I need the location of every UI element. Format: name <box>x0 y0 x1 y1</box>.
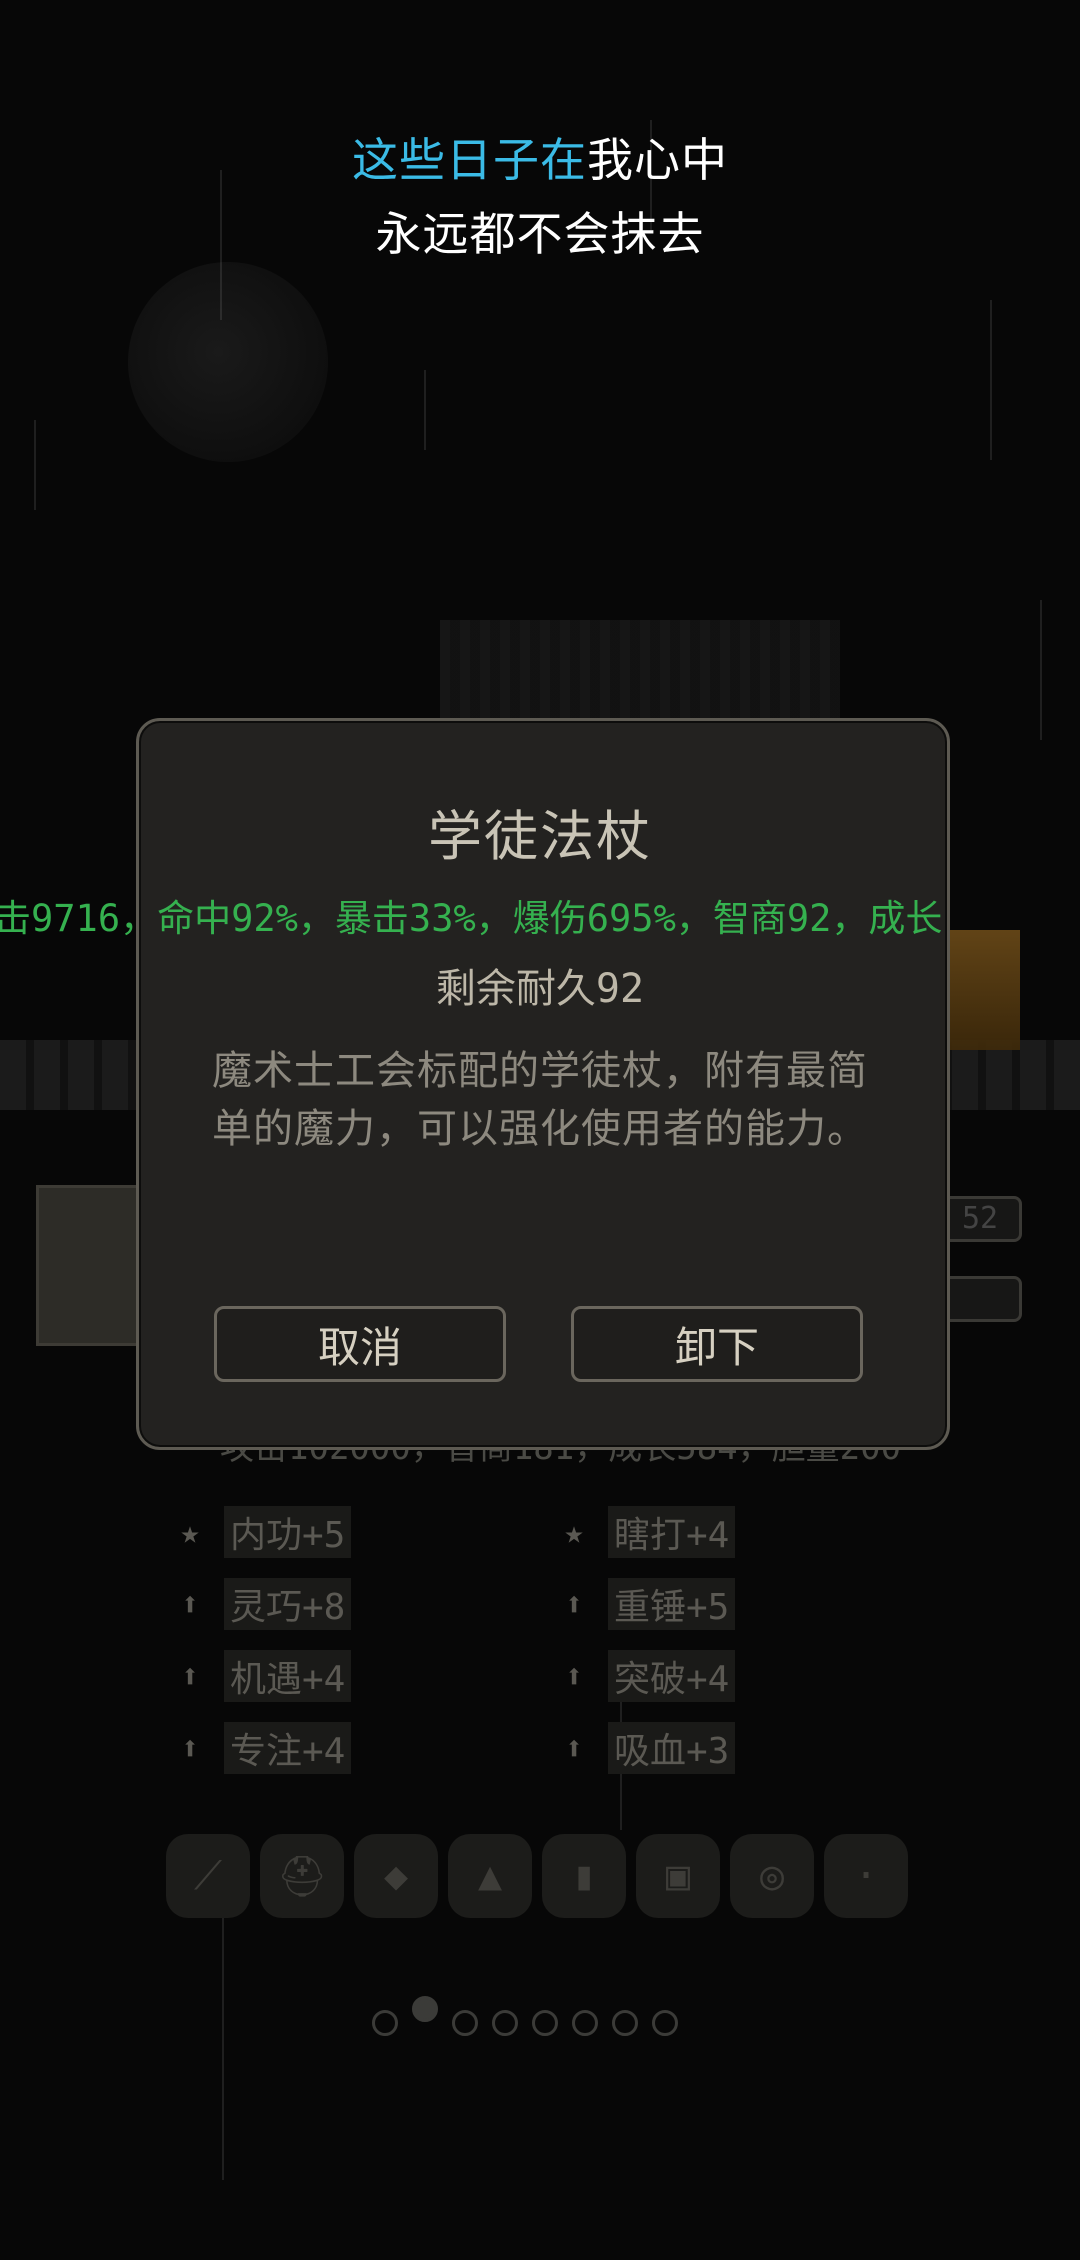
skill-item: ⬆ 灵巧+8 <box>172 1578 352 1630</box>
item-description: 魔术士工会标配的学徒杖，附有最简单的魔力，可以强化使用者的能力。 <box>212 1048 868 1152</box>
armor-icon[interactable]: ◆ <box>354 1834 438 1918</box>
arrow-up-icon: ⬆ <box>180 1585 200 1623</box>
item-durability: 剩余耐久92 <box>435 966 645 1012</box>
subtitle-line-1: 这些日子在我心中 <box>0 124 1080 190</box>
arrow-up-icon: ⬆ <box>564 1729 584 1767</box>
skill-label: 瞎打+4 <box>608 1506 736 1558</box>
skill-item: ⬆ 吸血+3 <box>556 1722 736 1774</box>
skill-item: ★ 内功+5 <box>172 1506 352 1558</box>
stat-bar-2 <box>938 1276 1022 1322</box>
page-dot[interactable] <box>612 2010 638 2036</box>
bracer-icon[interactable]: ▮ <box>542 1834 626 1918</box>
skill-label: 机遇+4 <box>224 1650 352 1702</box>
character-portrait[interactable] <box>36 1185 152 1346</box>
unequip-button[interactable]: 卸下 <box>571 1306 863 1382</box>
skill-item: ⬆ 重锤+5 <box>556 1578 736 1630</box>
skill-label: 突破+4 <box>608 1650 736 1702</box>
subtitle-highlight: 这些日子在 <box>352 133 587 187</box>
rain-streak <box>424 370 426 450</box>
page-dot[interactable] <box>652 2010 678 2036</box>
subtitle-rest: 我心中 <box>587 133 728 187</box>
page-dot[interactable] <box>452 2010 478 2036</box>
arrow-up-icon: ⬆ <box>564 1585 584 1623</box>
ring-icon[interactable]: ◎ <box>730 1834 814 1918</box>
page-dot[interactable] <box>532 2010 558 2036</box>
staff-icon[interactable]: ⟋ <box>166 1834 250 1918</box>
stat-bar-1: 52 <box>938 1196 1022 1242</box>
skill-label: 重锤+5 <box>608 1578 736 1630</box>
page-indicator <box>372 1996 678 2036</box>
skill-item: ⬆ 专注+4 <box>172 1722 352 1774</box>
cloak-icon[interactable]: ▣ <box>636 1834 720 1918</box>
page-dot-active[interactable] <box>412 1996 438 2022</box>
item-stats-text: 击9716，命中92%，暴击33%，爆伤695%，智商92，成长 <box>0 897 943 940</box>
page-dot[interactable] <box>572 2010 598 2036</box>
cancel-button[interactable]: 取消 <box>214 1306 506 1382</box>
rain-streak <box>1040 600 1042 740</box>
skill-label: 吸血+3 <box>608 1722 736 1774</box>
rain-streak <box>222 1880 224 2180</box>
skill-label: 专注+4 <box>224 1722 352 1774</box>
arrow-up-icon: ⬆ <box>180 1657 200 1695</box>
item-title: 学徒法杖 <box>428 805 652 868</box>
star-icon: ★ <box>180 1513 200 1551</box>
arrow-up-icon: ⬆ <box>564 1657 584 1695</box>
skill-label: 灵巧+8 <box>224 1578 352 1630</box>
equipment-slots: ⟋ ⛑ ◆ ▲ ▮ ▣ ◎ · <box>166 1834 908 1918</box>
skill-item: ★ 瞎打+4 <box>556 1506 736 1558</box>
subtitle-line-2: 永远都不会抹去 <box>375 207 705 261</box>
rain-streak <box>990 300 992 460</box>
star-icon: ★ <box>564 1513 584 1551</box>
boots-icon[interactable]: ▲ <box>448 1834 532 1918</box>
roof-background <box>440 620 840 730</box>
page-dot[interactable] <box>492 2010 518 2036</box>
arrow-up-icon: ⬆ <box>180 1729 200 1767</box>
helmet-icon[interactable]: ⛑ <box>260 1834 344 1918</box>
page-dot[interactable] <box>372 2010 398 2036</box>
skill-item: ⬆ 机遇+4 <box>172 1650 352 1702</box>
skill-item: ⬆ 突破+4 <box>556 1650 736 1702</box>
empty-slot-icon[interactable]: · <box>824 1834 908 1918</box>
item-stats-ticker: 击9716，命中92%，暴击33%，爆伤695%，智商92，成长 <box>0 888 1080 942</box>
rain-streak <box>34 420 36 510</box>
moon <box>128 262 328 462</box>
skill-label: 内功+5 <box>224 1506 352 1558</box>
